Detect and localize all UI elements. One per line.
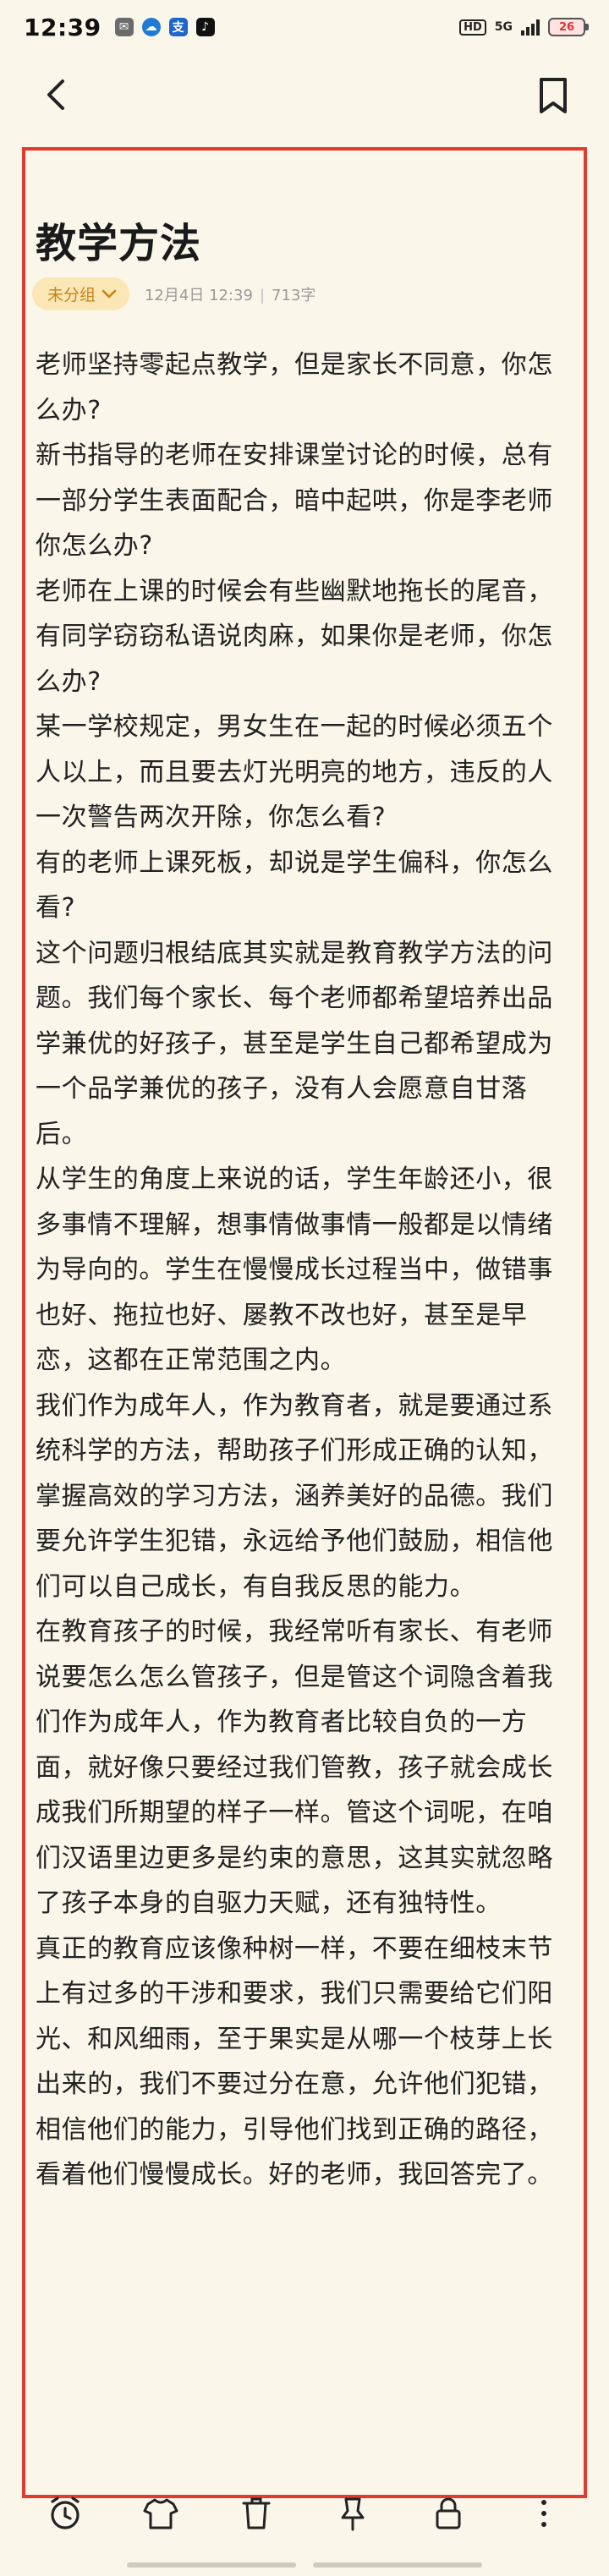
pay-notification-icon: 支 — [168, 18, 188, 36]
note-date: 12月4日 12:39 — [145, 286, 253, 304]
note-content[interactable]: 老师坚持零起点教学，但是家长不同意，你怎么办? 新书指导的老师在安排课堂讨论的时… — [36, 343, 573, 2198]
home-indicator — [0, 2562, 609, 2576]
note-date-count: 12月4日 12:39 | 713字 — [145, 283, 315, 305]
bookmark-button[interactable] — [533, 71, 573, 118]
cloud-notification-icon: ☁ — [141, 18, 161, 36]
paragraph: 真正的教育应该像种树一样，不要在细枝末节上有过多的干涉和要求，我们只需要给它们阳… — [36, 1933, 553, 2190]
note-meta: 未分组 12月4日 12:39 | 713字 — [32, 277, 315, 310]
paragraph: 老师在上课的时候会有些幽默地拖长的尾音，有同学窃窃私语说肉麻，如果你是老师，你怎… — [36, 576, 553, 697]
bookmark-icon — [540, 78, 567, 113]
back-arrow-icon — [47, 79, 64, 110]
network-label: 5G — [494, 20, 513, 34]
paragraph: 某一学校规定，男女生在一起的时候必须五个人以上，而且要去灯光明亮的地方，违反的人… — [36, 712, 553, 832]
status-bar: 12:39 ✉ ☁ 支 ♪ HD 5G 26 — [0, 0, 609, 54]
status-right: HD 5G 26 — [459, 18, 589, 36]
pin-icon — [341, 2497, 365, 2531]
tiktok-notification-icon: ♪ — [195, 18, 215, 36]
notification-icons: ✉ ☁ 支 ♪ — [114, 18, 215, 36]
more-button[interactable] — [522, 2491, 566, 2535]
chevron-down-icon — [102, 289, 117, 298]
paragraph: 在教育孩子的时候，我经常听有家长、有老师说要怎么怎么管孩子，但是管这个词隐含着我… — [36, 1617, 553, 1918]
shirt-icon — [143, 2498, 178, 2529]
paragraph: 我们作为成年人，作为教育者，就是要通过系统科学的方法，帮助孩子们形成正确的认知，… — [36, 1390, 553, 1602]
category-selector[interactable]: 未分组 — [32, 277, 130, 310]
home-indicator-bar — [313, 2562, 482, 2568]
more-icon — [541, 2500, 547, 2527]
delete-button[interactable] — [234, 2491, 278, 2535]
app-notification-icon: ✉ — [114, 18, 134, 36]
paragraph: 新书指导的老师在安排课堂讨论的时候，总有一部分学生表面配合，暗中起哄，你是李老师… — [36, 441, 553, 561]
app-header — [0, 54, 609, 135]
paragraph: 从学生的角度上来说的话，学生年龄还小，很多事情不理解，想事情做事情一般都是以情绪… — [36, 1165, 553, 1375]
bottom-toolbar — [0, 2478, 609, 2549]
battery-icon: 26 — [548, 18, 589, 36]
home-indicator-bar — [127, 2562, 296, 2568]
trash-icon — [242, 2497, 271, 2529]
hd-badge: HD — [459, 19, 486, 36]
paragraph: 有的老师上课死板，却说是学生偏科，你怎么看? — [36, 847, 553, 924]
status-time: 12:39 — [24, 13, 102, 41]
paragraph: 老师坚持零起点教学，但是家长不同意，你怎么办? — [36, 350, 553, 425]
note-title: 教学方法 — [36, 220, 202, 267]
category-label: 未分组 — [47, 286, 96, 304]
lock-button[interactable] — [426, 2491, 470, 2535]
theme-button[interactable] — [139, 2491, 183, 2535]
pin-button[interactable] — [331, 2491, 375, 2535]
alarm-clock-icon — [51, 2497, 80, 2529]
signal-icon — [521, 19, 540, 36]
note-char-count: 713字 — [272, 286, 316, 304]
lock-icon — [436, 2497, 461, 2529]
paragraph: 这个问题归根结底其实就是教育教学方法的问题。我们每个家长、每个老师都希望培养出品… — [36, 938, 553, 1149]
battery-level: 26 — [558, 20, 575, 34]
meta-separator: | — [259, 286, 266, 304]
back-button[interactable] — [37, 71, 78, 118]
reminder-button[interactable] — [43, 2491, 87, 2535]
